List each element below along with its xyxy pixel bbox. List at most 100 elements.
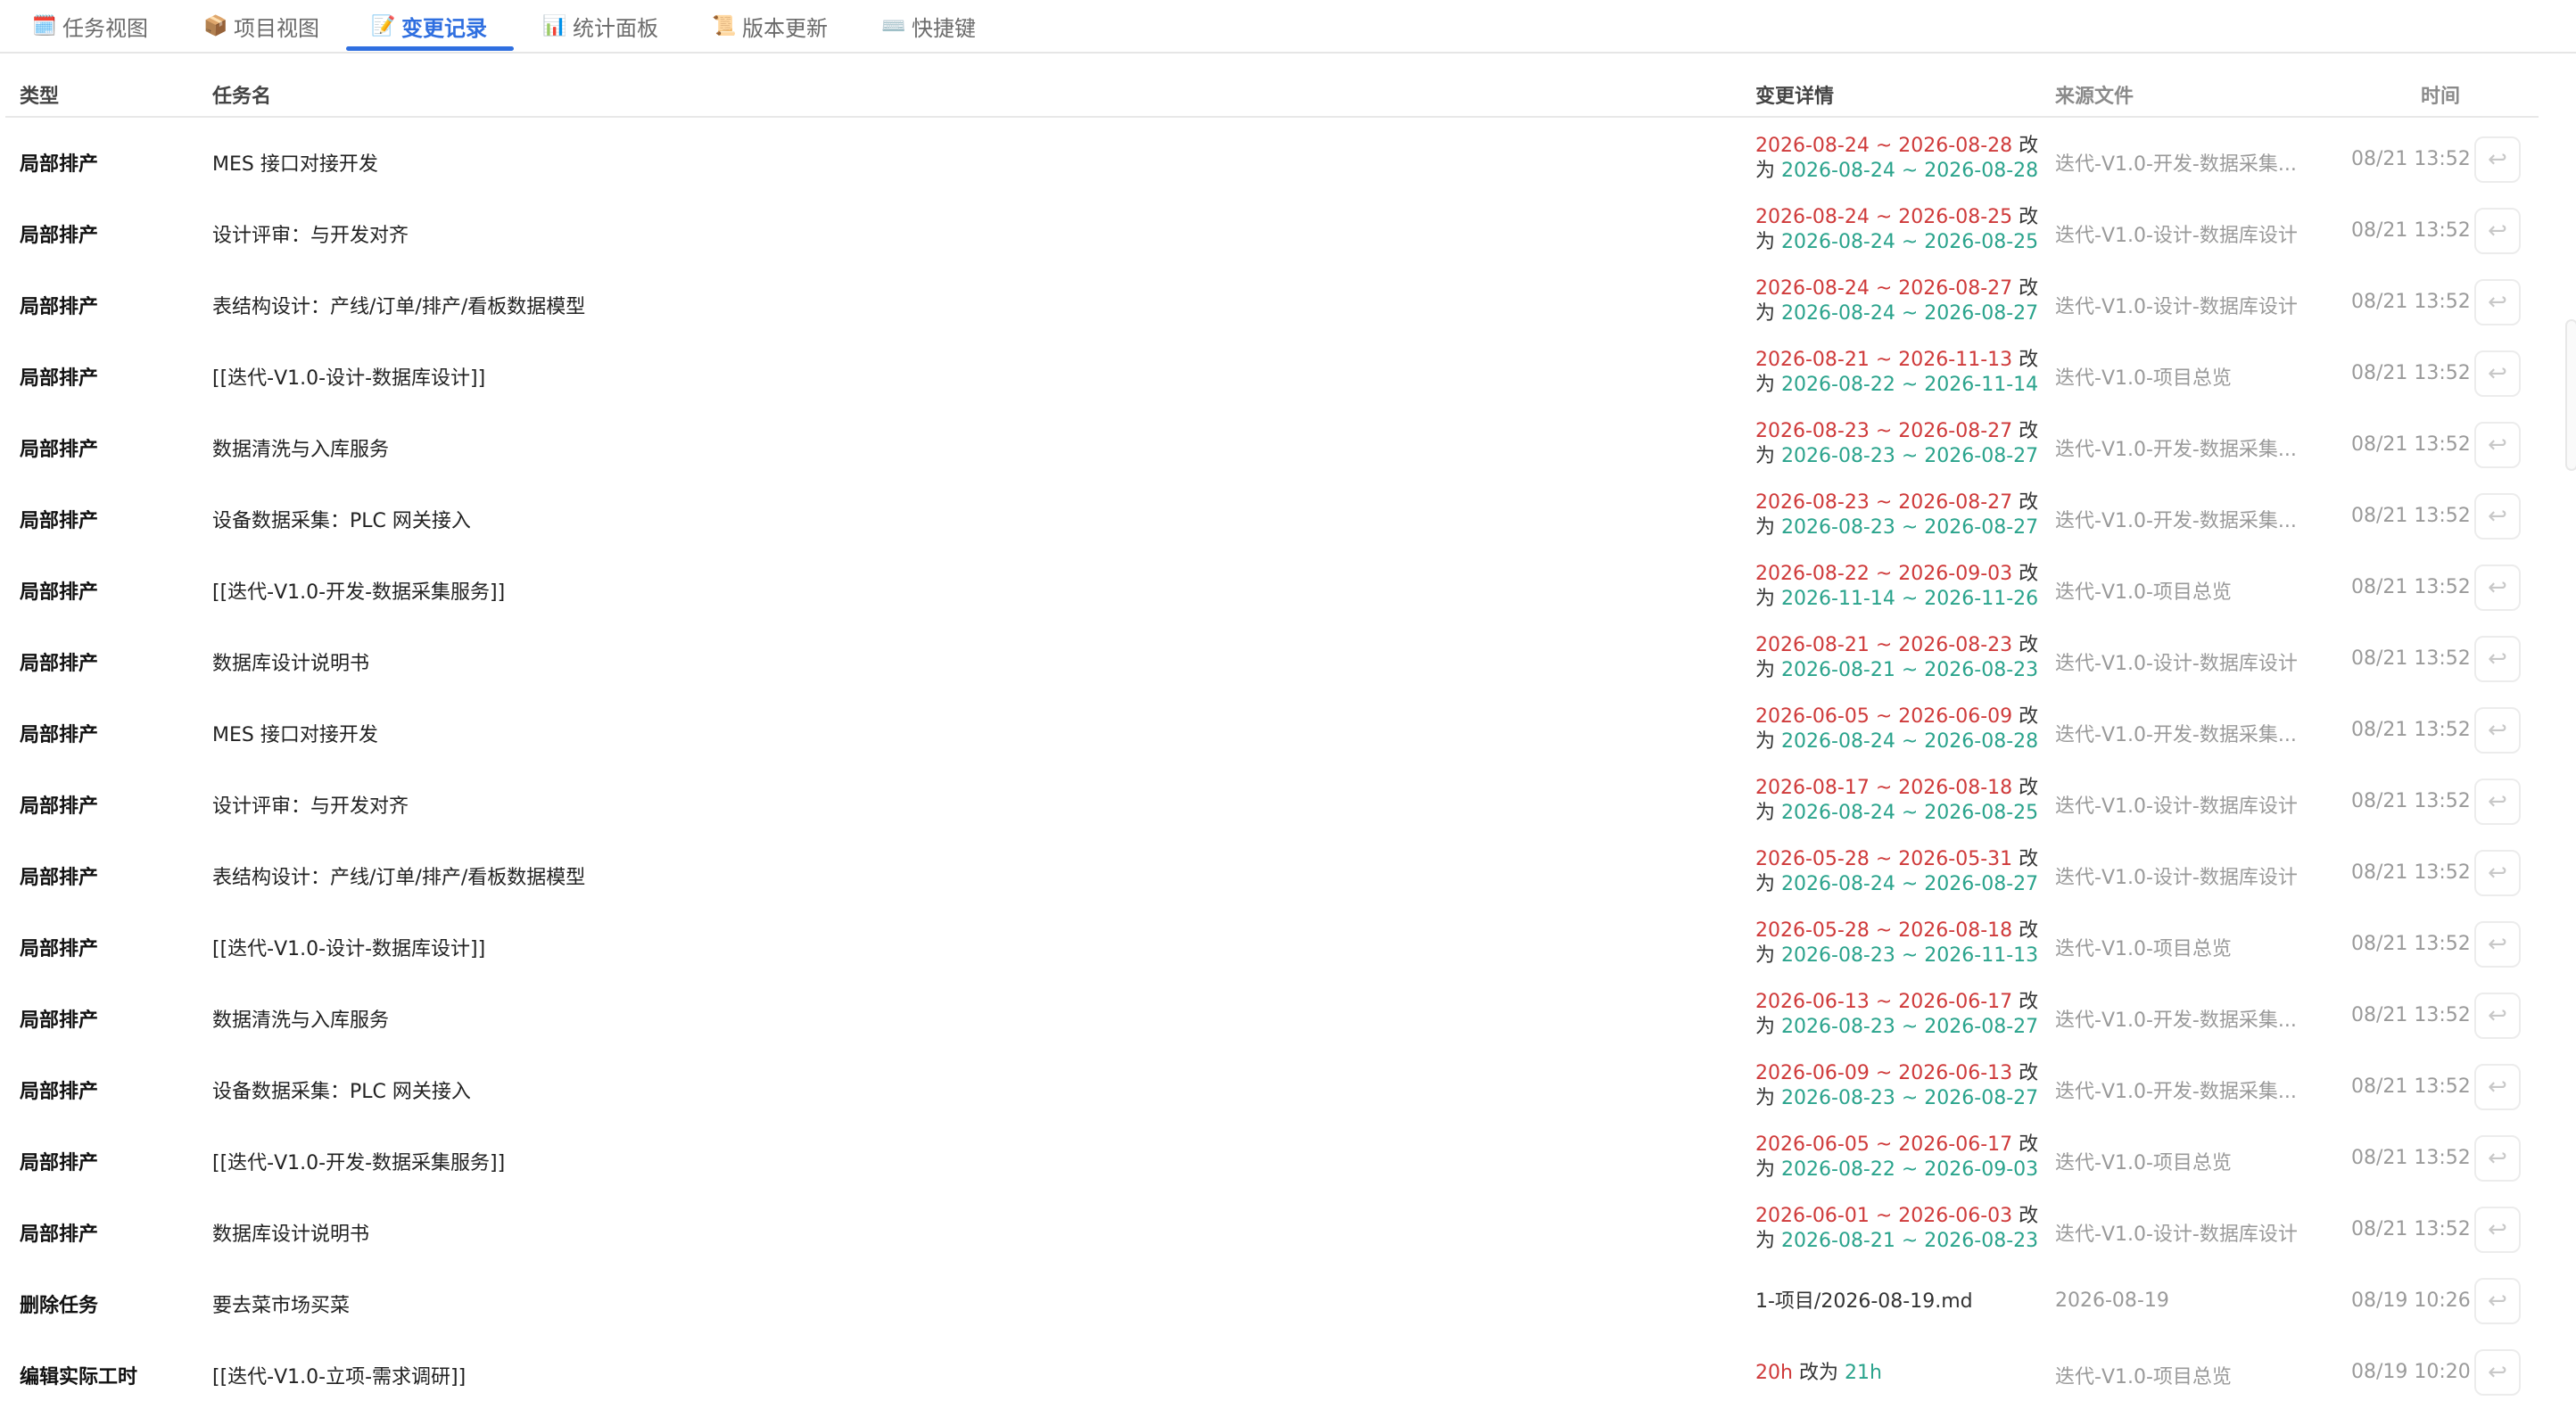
timestamp: 08/19 10:26 — [2351, 1290, 2471, 1312]
undo-button[interactable]: ↩ — [2474, 279, 2521, 325]
new-value: 2026-08-24 ~ 2026-08-25 — [1781, 231, 2039, 253]
undo-button[interactable]: ↩ — [2474, 1349, 2521, 1396]
new-value: 2026-08-22 ~ 2026-09-03 — [1781, 1158, 2039, 1181]
source-file[interactable]: 迭代-V1.0-开发-数据采集... — [2055, 505, 2312, 533]
tab-stats-panel[interactable]: 📊 统计面板 — [542, 0, 658, 52]
undo-arrow-icon: ↩ — [2488, 1002, 2507, 1029]
source-file[interactable]: 迭代-V1.0-项目总览 — [2055, 362, 2312, 391]
detail-line-new: 为 2026-08-21 ~ 2026-08-23 — [1755, 658, 2046, 683]
source-file[interactable]: 迭代-V1.0-项目总览 — [2055, 576, 2312, 605]
memo-icon: 📝 — [371, 14, 396, 37]
change-type: 局部排产 — [20, 153, 99, 176]
package-icon: 📦 — [203, 14, 228, 37]
undo-button[interactable]: ↩ — [2474, 208, 2521, 254]
undo-button[interactable]: ↩ — [2474, 779, 2521, 825]
task-name[interactable]: MES 接口对接开发 — [212, 719, 378, 747]
change-detail: 2026-08-22 ~ 2026-09-03 改为 2026-11-14 ~ … — [1755, 562, 2046, 612]
source-file[interactable]: 迭代-V1.0-设计-数据库设计 — [2055, 291, 2312, 319]
source-file[interactable]: 迭代-V1.0-开发-数据采集... — [2055, 719, 2312, 747]
undo-button[interactable]: ↩ — [2474, 136, 2521, 183]
source-file[interactable]: 迭代-V1.0-设计-数据库设计 — [2055, 219, 2312, 248]
undo-arrow-icon: ↩ — [2488, 1074, 2507, 1100]
change-connector: 为 — [1755, 588, 1776, 610]
undo-button[interactable]: ↩ — [2474, 707, 2521, 754]
task-name[interactable]: 设计评审：与开发对齐 — [212, 219, 409, 248]
timestamp: 08/21 13:52 — [2351, 1004, 2471, 1026]
source-file[interactable]: 迭代-V1.0-开发-数据采集... — [2055, 148, 2312, 177]
timestamp: 08/21 13:52 — [2351, 933, 2471, 955]
undo-button[interactable]: ↩ — [2474, 350, 2521, 397]
undo-arrow-icon: ↩ — [2488, 360, 2507, 387]
detail-line-old: 2026-08-21 ~ 2026-08-23 改 — [1755, 633, 2046, 658]
tab-change-log[interactable]: 📝 变更记录 — [371, 0, 487, 52]
change-connector: 为 — [1755, 944, 1776, 967]
undo-button[interactable]: ↩ — [2474, 850, 2521, 896]
detail-line-new: 为 2026-08-22 ~ 2026-11-14 — [1755, 373, 2046, 398]
undo-arrow-icon: ↩ — [2488, 146, 2507, 173]
source-file[interactable]: 2026-08-19 — [2055, 1290, 2312, 1312]
undo-button[interactable]: ↩ — [2474, 993, 2521, 1039]
undo-button[interactable]: ↩ — [2474, 1135, 2521, 1182]
task-name[interactable]: 数据库设计说明书 — [212, 647, 369, 676]
source-file[interactable]: 迭代-V1.0-开发-数据采集... — [2055, 1075, 2312, 1104]
undo-arrow-icon: ↩ — [2488, 1288, 2507, 1314]
task-name[interactable]: 设备数据采集：PLC 网关接入 — [212, 505, 471, 533]
source-file[interactable]: 迭代-V1.0-设计-数据库设计 — [2055, 1218, 2312, 1247]
table-row: 局部排产 设备数据采集：PLC 网关接入 2026-06-09 ~ 2026-06-… — [0, 1052, 2576, 1124]
change-detail: 2026-06-01 ~ 2026-06-03 改为 2026-08-21 ~ … — [1755, 1204, 2046, 1254]
change-connector: 改 — [2019, 991, 2039, 1013]
undo-arrow-icon: ↩ — [2488, 860, 2507, 886]
task-name[interactable]: 表结构设计：产线/订单/排产/看板数据模型 — [212, 291, 585, 319]
old-value: 2026-06-13 ~ 2026-06-17 — [1755, 991, 2013, 1013]
change-connector: 为 — [1755, 374, 1776, 396]
source-file[interactable]: 迭代-V1.0-项目总览 — [2055, 933, 2312, 961]
undo-arrow-icon: ↩ — [2488, 931, 2507, 958]
change-connector: 为 — [1755, 873, 1776, 895]
change-connector: 改 — [2019, 349, 2039, 371]
task-name[interactable]: 表结构设计：产线/订单/排产/看板数据模型 — [212, 861, 585, 890]
tab-shortcuts[interactable]: ⌨️ 快捷键 — [881, 0, 976, 52]
tab-label: 版本更新 — [742, 15, 828, 41]
task-name[interactable]: [[迭代-V1.0-立项-需求调研]] — [212, 1361, 466, 1389]
undo-button[interactable]: ↩ — [2474, 422, 2521, 468]
source-file[interactable]: 迭代-V1.0-项目总览 — [2055, 1147, 2312, 1175]
undo-button[interactable]: ↩ — [2474, 1207, 2521, 1253]
scrollbar[interactable] — [2565, 319, 2576, 471]
timestamp: 08/21 13:52 — [2351, 790, 2471, 812]
task-name[interactable]: 设计评审：与开发对齐 — [212, 790, 409, 819]
undo-button[interactable]: ↩ — [2474, 493, 2521, 540]
old-value: 2026-08-21 ~ 2026-08-23 — [1755, 634, 2013, 656]
tab-project-view[interactable]: 📦 项目视图 — [203, 0, 319, 52]
tab-task-view[interactable]: 🗓️ 任务视图 — [32, 0, 148, 52]
source-file[interactable]: 迭代-V1.0-设计-数据库设计 — [2055, 647, 2312, 676]
timestamp: 08/21 13:52 — [2351, 647, 2471, 670]
undo-button[interactable]: ↩ — [2474, 564, 2521, 611]
source-file[interactable]: 迭代-V1.0-设计-数据库设计 — [2055, 861, 2312, 890]
task-name[interactable]: 要去菜市场买菜 — [212, 1290, 350, 1318]
task-name[interactable]: [[迭代-V1.0-设计-数据库设计]] — [212, 362, 485, 391]
task-name[interactable]: MES 接口对接开发 — [212, 148, 378, 177]
task-name[interactable]: [[迭代-V1.0-设计-数据库设计]] — [212, 933, 485, 961]
undo-button[interactable]: ↩ — [2474, 636, 2521, 682]
source-file[interactable]: 迭代-V1.0-开发-数据采集... — [2055, 1004, 2312, 1033]
table-row: 局部排产 [[迭代-V1.0-开发-数据采集服务]] 2026-08-22 ~ 20… — [0, 553, 2576, 624]
timestamp: 08/19 10:20 — [2351, 1361, 2471, 1383]
undo-button[interactable]: ↩ — [2474, 921, 2521, 968]
task-name[interactable]: [[迭代-V1.0-开发-数据采集服务]] — [212, 576, 505, 605]
source-file[interactable]: 迭代-V1.0-开发-数据采集... — [2055, 433, 2312, 462]
task-name[interactable]: 设备数据采集：PLC 网关接入 — [212, 1075, 471, 1104]
old-value: 20h — [1755, 1362, 1793, 1384]
change-connector: 改 — [2019, 1205, 2039, 1227]
change-type: 局部排产 — [20, 724, 99, 746]
undo-button[interactable]: ↩ — [2474, 1278, 2521, 1324]
task-name[interactable]: 数据清洗与入库服务 — [212, 433, 389, 462]
source-file[interactable]: 迭代-V1.0-设计-数据库设计 — [2055, 790, 2312, 819]
tab-version-update[interactable]: 📜 版本更新 — [712, 0, 828, 52]
change-connector: 改 — [2019, 1133, 2039, 1156]
task-name[interactable]: 数据库设计说明书 — [212, 1218, 369, 1247]
task-name[interactable]: 数据清洗与入库服务 — [212, 1004, 389, 1033]
change-type: 局部排产 — [20, 581, 99, 604]
task-name[interactable]: [[迭代-V1.0-开发-数据采集服务]] — [212, 1147, 505, 1175]
undo-button[interactable]: ↩ — [2474, 1064, 2521, 1110]
source-file[interactable]: 迭代-V1.0-项目总览 — [2055, 1361, 2312, 1389]
